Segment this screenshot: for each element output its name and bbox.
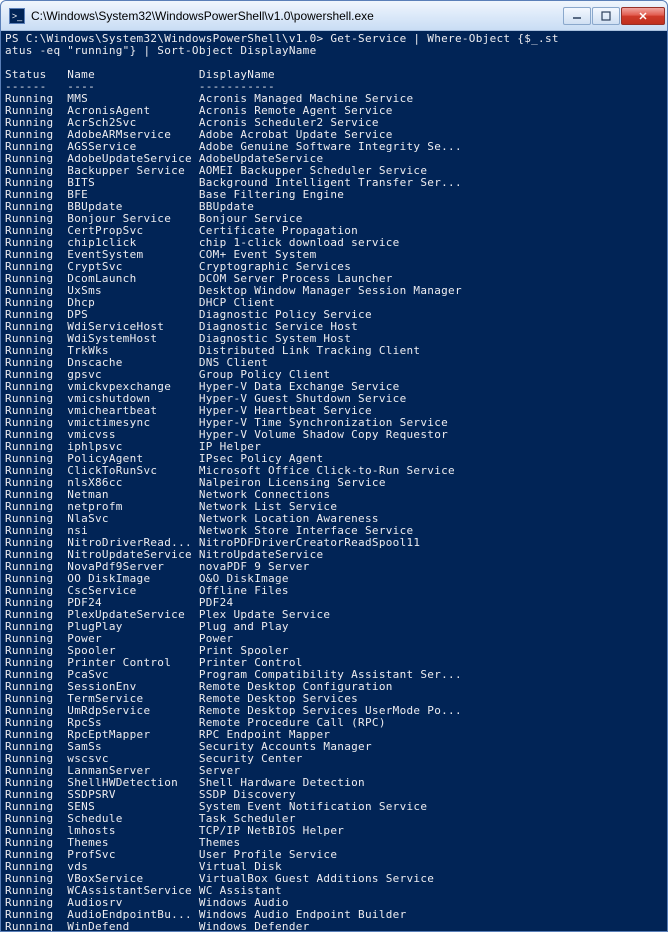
console-output[interactable]: PS C:\Windows\System32\WindowsPowerShell… [1,31,667,931]
powershell-window: >_ C:\Windows\System32\WindowsPowerShell… [0,0,668,932]
window-title: C:\Windows\System32\WindowsPowerShell\v1… [31,9,563,23]
service-row: Running WinDefend Windows Defender [5,921,663,931]
window-buttons-group [563,7,665,25]
maximize-button[interactable] [592,7,620,25]
minimize-button[interactable] [563,7,591,25]
close-button[interactable] [621,7,665,25]
prompt-line: PS C:\Windows\System32\WindowsPowerShell… [5,33,663,57]
titlebar[interactable]: >_ C:\Windows\System32\WindowsPowerShell… [1,1,667,31]
app-icon: >_ [9,8,25,24]
